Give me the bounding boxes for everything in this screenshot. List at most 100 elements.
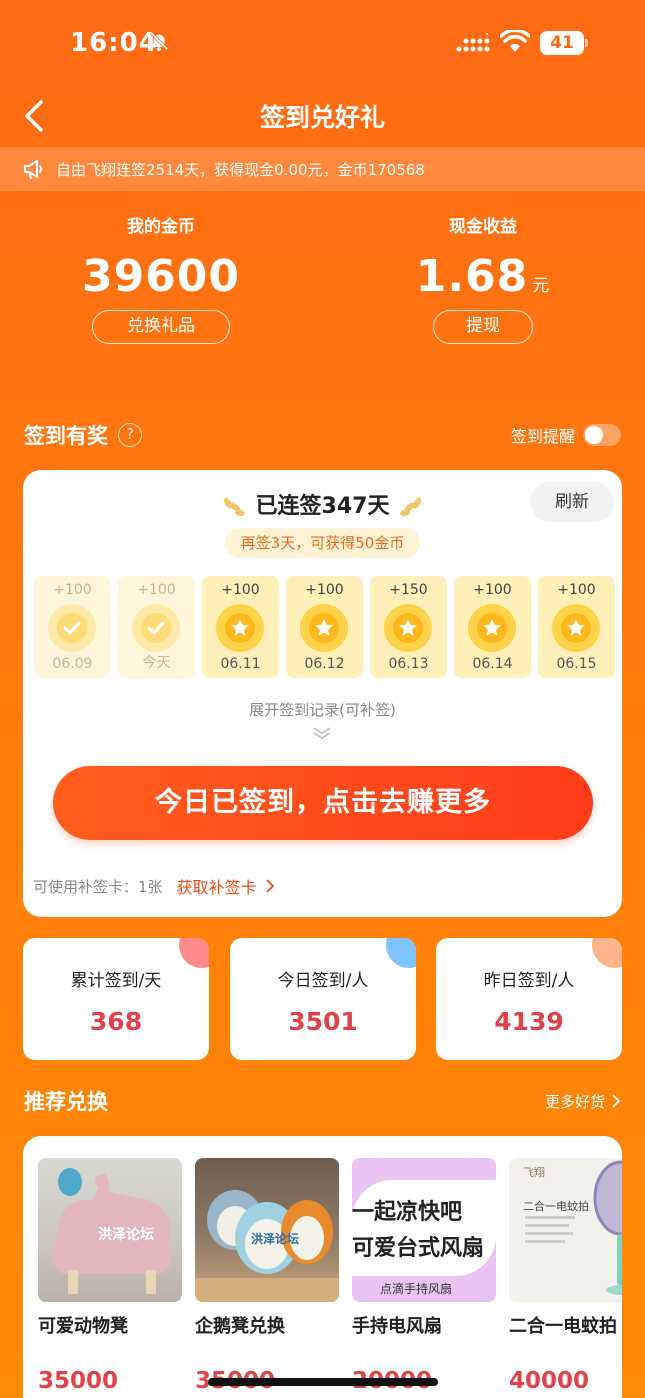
chevron-right-icon[interactable]	[611, 1094, 621, 1108]
day-cell: +150 06.13	[370, 576, 447, 678]
day-points: +100	[305, 582, 344, 598]
home-indicator	[208, 1378, 438, 1386]
status-bar: 16:04 41	[0, 0, 645, 90]
star-coin-icon	[216, 604, 264, 652]
recommend-title: 推荐兑换	[24, 1090, 108, 1114]
day-points: +100	[137, 582, 176, 598]
chevron-right-icon[interactable]	[265, 879, 275, 893]
product-name: 企鹅凳兑换	[195, 1316, 285, 1337]
battery-icon: 41	[540, 31, 588, 55]
status-time: 16:04	[70, 28, 158, 58]
day-date: 06.13	[388, 656, 429, 672]
product-price: 40000	[509, 1368, 590, 1394]
corner-dot	[386, 938, 416, 968]
day-points: +100	[473, 582, 512, 598]
reminder-control: 签到提醒	[511, 423, 621, 447]
stat-label: 昨日签到/人	[483, 971, 575, 991]
page-title: 签到兑好礼	[259, 103, 385, 132]
coins-value: 39600	[81, 251, 241, 302]
day-cell: +100 06.12	[286, 576, 363, 678]
product-image[interactable]: 洪泽论坛	[38, 1158, 182, 1302]
stat-card-total-days: 累计签到/天 368	[23, 938, 209, 1060]
day-points: +150	[389, 582, 428, 598]
cash-value-line: 1.68 元	[322, 251, 644, 302]
double-chevron-down-icon[interactable]	[311, 726, 333, 740]
product-image[interactable]: 洪泽论坛	[195, 1158, 339, 1302]
day-points: +100	[557, 582, 596, 598]
stat-label: 今日签到/人	[277, 971, 369, 991]
check-coin-icon	[132, 604, 180, 652]
day-date: 06.14	[472, 656, 513, 672]
stat-card-yesterday: 昨日签到/人 4139	[436, 938, 622, 1060]
day-date: 06.11	[220, 656, 261, 672]
day-cell: +100 06.14	[454, 576, 531, 678]
coins-label: 我的金币	[127, 217, 195, 237]
wifi-icon	[500, 30, 530, 52]
product-card[interactable]: 洪泽论坛 企鹅凳兑换 35000	[195, 1158, 339, 1394]
reminder-toggle[interactable]	[583, 424, 621, 446]
megaphone-icon	[24, 160, 42, 179]
product-image-text: 洪泽论坛	[251, 1232, 300, 1246]
day-cell: +100 06.09	[34, 576, 111, 678]
day-date: 06.15	[556, 656, 597, 672]
battery-level: 41	[540, 31, 584, 55]
laurel-left-icon	[223, 497, 245, 517]
checkin-section-title: 签到有奖 ?	[24, 420, 142, 450]
laurel-right-icon	[400, 497, 422, 517]
cash-unit: 元	[532, 276, 551, 296]
cash-label: 现金收益	[449, 217, 517, 237]
product-price: 35000	[38, 1368, 119, 1394]
product-image-line3: 点滴手持风扇	[380, 1282, 453, 1296]
more-goods-link[interactable]: 更多好货	[545, 1091, 621, 1112]
day-points: +100	[53, 582, 92, 598]
star-coin-icon	[468, 604, 516, 652]
check-coin-icon	[48, 604, 96, 652]
mosquito-swatter-illustration	[525, 1160, 622, 1295]
day-cell: +100 06.11	[202, 576, 279, 678]
product-image[interactable]: 飞翔 二合一电蚊拍	[509, 1158, 622, 1302]
help-icon[interactable]: ?	[118, 423, 142, 447]
product-card[interactable]: 洪泽论坛 可爱动物凳 35000	[38, 1158, 182, 1394]
checkin-title-text: 签到有奖	[24, 424, 108, 448]
star-coin-icon	[300, 604, 348, 652]
product-name: 可爱动物凳	[38, 1316, 128, 1337]
silent-bell-icon	[149, 31, 169, 52]
notice-banner: 自由飞翔连签2514天，获得现金0.00元，金币170568	[0, 147, 645, 191]
get-makeup-card-link[interactable]: 获取补签卡	[177, 874, 257, 898]
cash-value: 1.68	[415, 251, 529, 302]
stat-label: 累计签到/天	[70, 971, 162, 991]
product-card[interactable]: 飞翔 二合一电蚊拍 二合一电蚊拍 40000	[509, 1158, 622, 1394]
product-image-line2: 可爱台式风扇	[352, 1236, 485, 1261]
star-coin-icon	[384, 604, 432, 652]
withdraw-button[interactable]: 提现	[433, 310, 533, 344]
stat-card-today: 今日签到/人 3501	[230, 938, 416, 1060]
product-name: 手持电风扇	[352, 1316, 442, 1337]
expand-records-link[interactable]: 展开签到记录(可补签)	[23, 699, 622, 720]
corner-dot	[179, 938, 209, 968]
notice-text: 自由飞翔连签2514天，获得现金0.00元，金币170568	[56, 160, 425, 179]
recommend-section-header: 推荐兑换 更多好货	[24, 1086, 621, 1116]
product-list: 洪泽论坛 可爱动物凳 35000 洪泽论坛 企鹅凳兑换 35000 一起凉快吧 …	[23, 1136, 622, 1398]
day-date: 今天	[142, 655, 171, 671]
star-coin-icon	[552, 604, 600, 652]
checkin-days: +100 06.09 +100 今天 +100 06.11 +100 06.12…	[34, 576, 615, 678]
redeem-gift-button[interactable]: 兑换礼品	[92, 310, 230, 344]
product-image[interactable]: 一起凉快吧 可爱台式风扇 点滴手持风扇	[352, 1158, 496, 1302]
makeup-card-row: 可使用补签卡：1张 获取补签卡	[33, 874, 275, 898]
more-goods-label[interactable]: 更多好货	[545, 1091, 605, 1112]
cash-panel: 现金收益 1.68 元 提现	[322, 212, 644, 344]
coins-panel: 我的金币 39600 兑换礼品	[0, 212, 322, 344]
day-date: 06.12	[304, 656, 345, 672]
makeup-card-count: 可使用补签卡：1张	[33, 877, 163, 896]
reminder-label: 签到提醒	[510, 427, 575, 446]
signed-today-button[interactable]: 今日已签到，点击去赚更多	[53, 766, 593, 840]
product-card[interactable]: 一起凉快吧 可爱台式风扇 点滴手持风扇 手持电风扇 20000	[352, 1158, 496, 1394]
checkin-card: 已连签347天 刷新 再签3天，可获得50金币 +100 06.09 +100 …	[23, 470, 622, 917]
product-image-text: 洪泽论坛	[98, 1227, 154, 1243]
refresh-button[interactable]: 刷新	[530, 482, 614, 522]
day-cell: +100 06.15	[538, 576, 615, 678]
checkin-section-header: 签到有奖 ? 签到提醒	[24, 420, 621, 450]
streak-hint: 再签3天，可获得50金币	[224, 528, 421, 558]
corner-dot	[592, 938, 622, 968]
stat-value: 4139	[494, 1007, 564, 1036]
